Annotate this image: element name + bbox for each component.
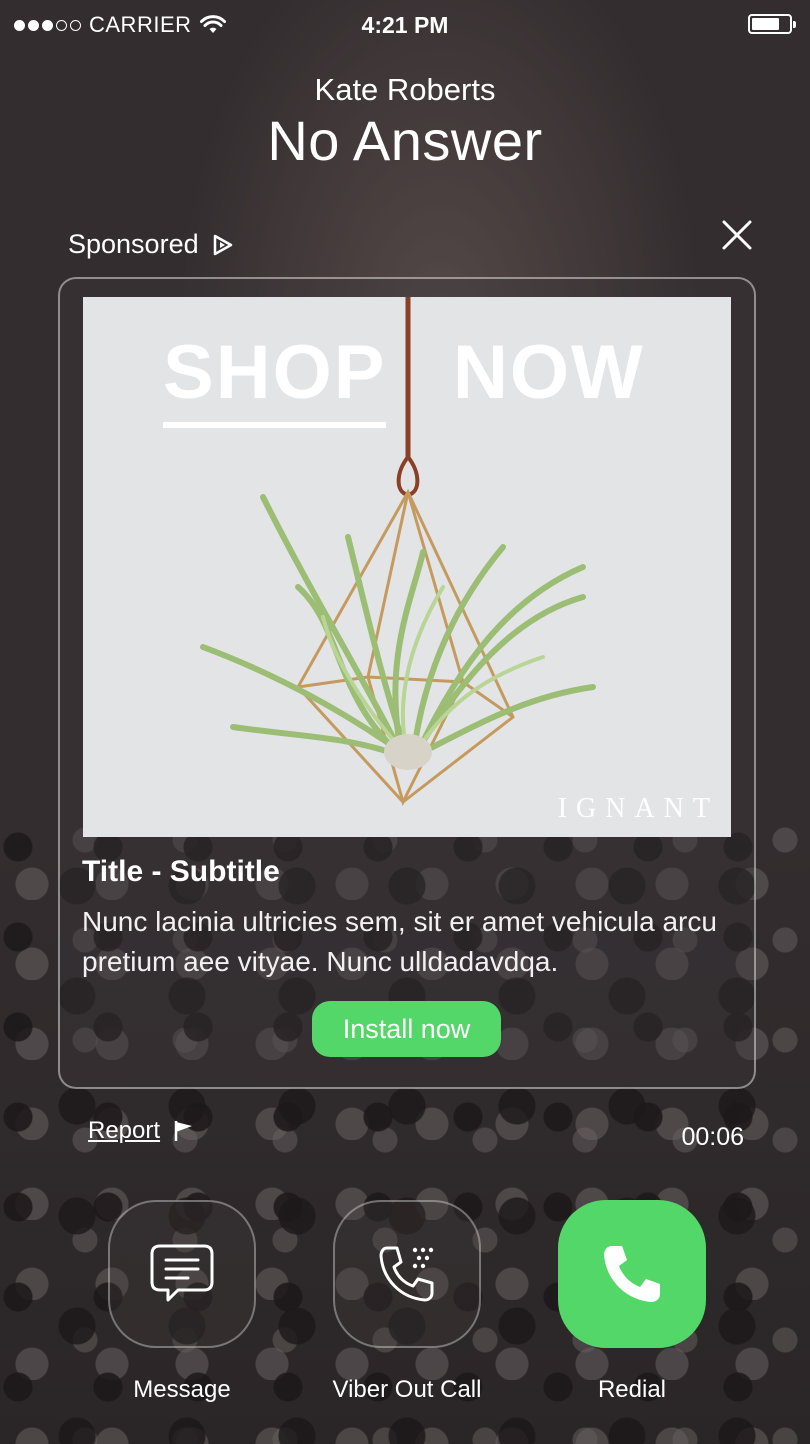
viber-out-call-button[interactable]	[333, 1200, 481, 1348]
status-bar: CARRIER 4:21 PM	[0, 0, 810, 48]
caller-name: Kate Roberts	[314, 72, 496, 107]
message-bubble-icon	[150, 1244, 214, 1302]
redial-action[interactable]: Redial	[558, 1200, 706, 1404]
report-ad-link[interactable]: Report	[88, 1117, 194, 1145]
install-now-button[interactable]: Install now	[312, 1001, 501, 1057]
ad-title: Title - Subtitle	[82, 855, 280, 888]
ad-description: Nunc lacinia ultricies sem, sit er amet …	[82, 906, 717, 977]
sponsored-text: Sponsored	[68, 229, 199, 259]
viber-out-call-icon	[379, 1246, 434, 1302]
ad-image-watermark: IGNANT	[557, 793, 719, 824]
call-status: No Answer	[267, 109, 543, 172]
ad-choices-icon[interactable]	[211, 233, 235, 257]
report-label[interactable]: Report	[88, 1117, 160, 1145]
close-ad-icon[interactable]	[720, 218, 754, 252]
status-time: 4:21 PM	[361, 12, 449, 38]
redial-button[interactable]	[558, 1200, 706, 1348]
ad-image[interactable]: SHOP NOW IGNANT	[83, 297, 731, 837]
viber-out-call-action[interactable]: Viber Out Call	[333, 1200, 481, 1404]
ad-image-shop-text: SHOP	[163, 329, 387, 428]
ad-image-now-text: NOW	[453, 330, 645, 415]
call-duration: 00:06	[681, 1123, 744, 1151]
message-action[interactable]: Message	[108, 1200, 256, 1404]
phone-icon	[604, 1246, 660, 1302]
flag-icon	[174, 1121, 193, 1141]
shop-word: SHOP	[163, 330, 387, 415]
battery-icon	[748, 14, 796, 34]
message-button[interactable]	[108, 1200, 256, 1348]
viber-out-call-label: Viber Out Call	[332, 1376, 482, 1403]
redial-label: Redial	[597, 1376, 667, 1403]
sponsored-label: Sponsored	[68, 229, 235, 260]
message-label: Message	[133, 1376, 231, 1403]
